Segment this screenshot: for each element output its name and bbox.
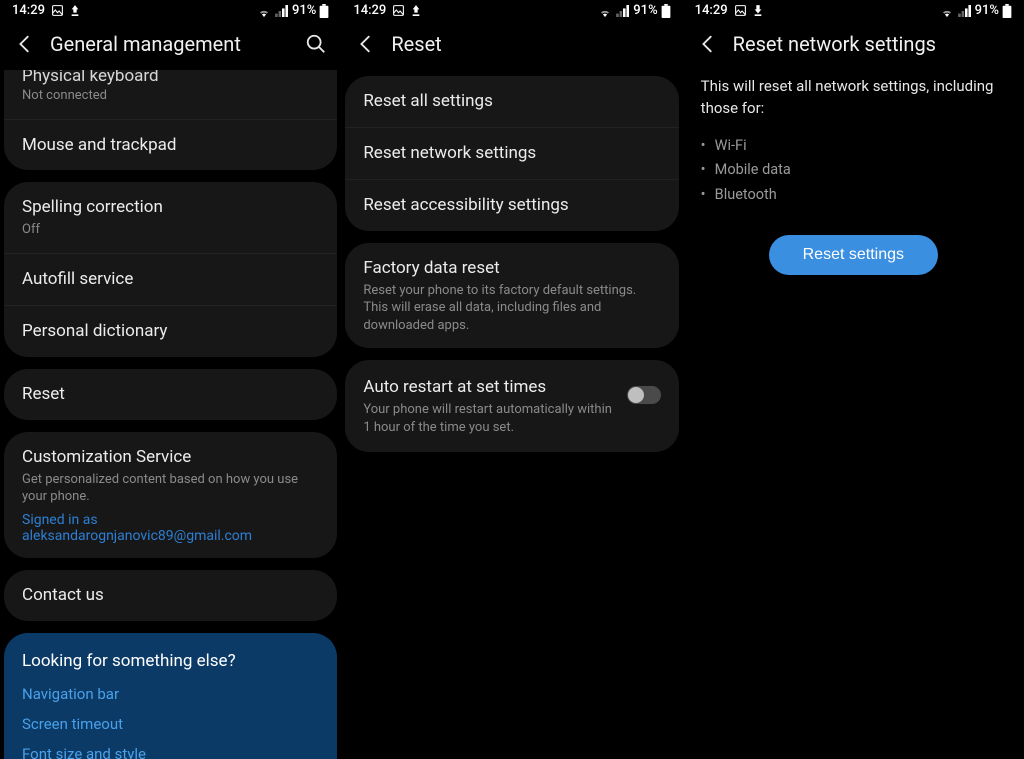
- status-battery-pct: 91%: [975, 3, 999, 18]
- item-reset[interactable]: Reset: [4, 369, 337, 420]
- title-bar: Reset network settings: [683, 20, 1024, 70]
- title-bar: Reset: [341, 20, 682, 70]
- bullet-bluetooth: Bluetooth: [715, 183, 1006, 208]
- image-icon: [734, 4, 747, 17]
- wifi-icon: [597, 5, 613, 17]
- item-reset-network[interactable]: Reset network settings: [345, 128, 678, 180]
- battery-icon: [1002, 4, 1012, 18]
- signal-icon: [958, 5, 972, 17]
- group-customization: Customization Service Get personalized c…: [4, 432, 337, 558]
- group-auto-restart: Auto restart at set times Your phone wil…: [345, 360, 678, 452]
- item-spelling[interactable]: Spelling correction Off: [4, 182, 337, 253]
- screen-general-management: 14:29 91% General management: [0, 0, 341, 759]
- page-title: Reset: [391, 32, 668, 56]
- page-title: Reset network settings: [733, 32, 1010, 56]
- help-link-timeout[interactable]: Screen timeout: [22, 715, 319, 733]
- image-icon: [51, 4, 64, 17]
- item-reset-all[interactable]: Reset all settings: [345, 76, 678, 128]
- item-reset-accessibility[interactable]: Reset accessibility settings: [345, 180, 678, 231]
- item-customization[interactable]: Customization Service Get personalized c…: [4, 432, 337, 558]
- screen-reset-network: 14:29 91% Reset network settings: [683, 0, 1024, 759]
- signal-icon: [275, 5, 289, 17]
- signal-icon: [616, 5, 630, 17]
- title-bar: General management: [0, 20, 341, 70]
- item-dictionary[interactable]: Personal dictionary: [4, 306, 337, 357]
- image-icon: [392, 4, 405, 17]
- help-card: Looking for something else? Navigation b…: [4, 633, 337, 759]
- status-time: 14:29: [12, 3, 45, 18]
- status-battery-pct: 91%: [633, 3, 657, 18]
- item-mouse-trackpad[interactable]: Mouse and trackpad: [4, 120, 337, 171]
- upload-icon: [411, 5, 421, 17]
- wifi-icon: [939, 5, 955, 17]
- bullet-wifi: Wi-Fi: [715, 134, 1006, 159]
- reset-settings-button[interactable]: Reset settings: [769, 235, 938, 275]
- search-icon[interactable]: [305, 33, 327, 55]
- status-bar: 14:29 91%: [0, 0, 341, 20]
- group-reset-options: Reset all settings Reset network setting…: [345, 76, 678, 231]
- item-contact-us[interactable]: Contact us: [4, 570, 337, 621]
- status-battery-pct: 91%: [292, 3, 316, 18]
- group-input: Physical keyboard Not connected Mouse an…: [4, 70, 337, 170]
- download-icon: [753, 5, 763, 17]
- page-title: General management: [50, 32, 291, 56]
- wifi-icon: [256, 5, 272, 17]
- bullet-list: Wi-Fi Mobile data Bluetooth: [683, 134, 1024, 222]
- reset-description: This will reset all network settings, in…: [683, 70, 1024, 134]
- status-time: 14:29: [353, 3, 386, 18]
- toggle-switch[interactable]: [627, 386, 661, 404]
- help-title: Looking for something else?: [22, 651, 319, 671]
- group-factory: Factory data reset Reset your phone to i…: [345, 243, 678, 349]
- item-physical-keyboard[interactable]: Physical keyboard Not connected: [4, 70, 337, 120]
- back-icon[interactable]: [697, 33, 719, 55]
- back-icon[interactable]: [355, 33, 377, 55]
- battery-icon: [319, 4, 329, 18]
- upload-icon: [70, 5, 80, 17]
- help-link-navbar[interactable]: Navigation bar: [22, 685, 319, 703]
- help-link-font[interactable]: Font size and style: [22, 745, 319, 759]
- group-reset: Reset: [4, 369, 337, 420]
- status-bar: 14:29 91%: [341, 0, 682, 20]
- item-autofill[interactable]: Autofill service: [4, 254, 337, 306]
- status-bar: 14:29 91%: [683, 0, 1024, 20]
- status-time: 14:29: [695, 3, 728, 18]
- screen-reset: 14:29 91% Reset: [341, 0, 682, 759]
- bullet-mobile-data: Mobile data: [715, 158, 1006, 183]
- group-language-input: Spelling correction Off Autofill service…: [4, 182, 337, 356]
- item-factory-reset[interactable]: Factory data reset Reset your phone to i…: [345, 243, 678, 349]
- battery-icon: [661, 4, 671, 18]
- back-icon[interactable]: [14, 33, 36, 55]
- item-auto-restart[interactable]: Auto restart at set times Your phone wil…: [345, 360, 678, 452]
- group-contact: Contact us: [4, 570, 337, 621]
